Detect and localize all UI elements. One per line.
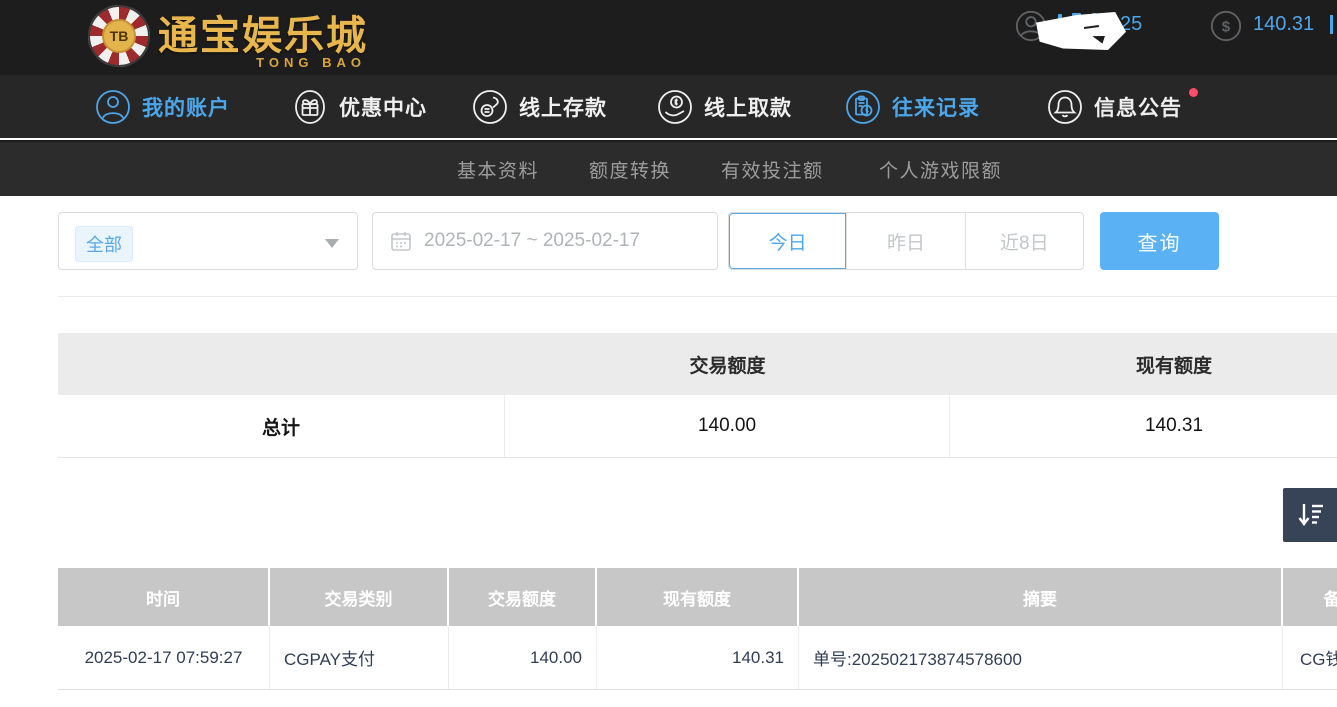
col-header-time: 时间 bbox=[58, 568, 270, 626]
col-header-type: 交易类别 bbox=[270, 568, 449, 626]
sort-descending-icon bbox=[1296, 501, 1326, 529]
summary-header-current: 现有额度 bbox=[950, 333, 1337, 395]
poker-chip-icon: TB bbox=[88, 5, 150, 67]
query-button[interactable]: 查询 bbox=[1100, 212, 1219, 270]
col-header-summary: 摘要 bbox=[799, 568, 1283, 626]
redaction-blob bbox=[1036, 12, 1126, 50]
subnav-basic-info[interactable]: 基本资料 bbox=[457, 142, 539, 196]
summary-total-row: 总计 140.00 140.31 bbox=[58, 395, 1337, 458]
withdraw-icon bbox=[657, 89, 693, 125]
record-remark: CG钱包 bbox=[1283, 626, 1337, 689]
chip-monogram: TB bbox=[102, 19, 136, 53]
date-range-input[interactable]: 2025-02-17 ~ 2025-02-17 bbox=[372, 212, 718, 270]
records-table: 时间 交易类别 交易额度 现有额度 摘要 备注 2025-02-17 07:59… bbox=[58, 568, 1337, 690]
record-row: 2025-02-17 07:59:27 CGPAY支付 140.00 140.3… bbox=[58, 626, 1337, 690]
balance-amount[interactable]: 140.31 bbox=[1253, 13, 1314, 36]
quick-range-group: 今日 昨日 近8日 bbox=[728, 212, 1084, 270]
subnav-valid-bets[interactable]: 有效投注额 bbox=[721, 142, 824, 196]
subnav-personal-game-limit[interactable]: 个人游戏限额 bbox=[879, 142, 1002, 196]
brand-logo[interactable]: TB 通宝娱乐城 TONG BAO bbox=[88, 5, 368, 67]
nav-label: 线上取款 bbox=[704, 92, 792, 122]
summary-trade-value: 140.00 bbox=[505, 395, 950, 457]
summary-header-trade: 交易额度 bbox=[505, 333, 950, 395]
nav-item-promotions[interactable]: 优惠中心 bbox=[292, 75, 427, 138]
chevron-down-icon bbox=[325, 239, 339, 248]
record-time: 2025-02-17 07:59:27 bbox=[58, 626, 270, 689]
redaction-arrow-mark bbox=[1091, 32, 1105, 43]
nav-item-transaction-records[interactable]: 往来记录 bbox=[845, 75, 980, 138]
nav-item-announcements[interactable]: 信息公告 bbox=[1047, 75, 1182, 138]
sub-nav: 基本资料 额度转换 有效投注额 个人游戏限额 bbox=[0, 140, 1337, 196]
account-icon bbox=[95, 89, 131, 125]
transaction-type-select[interactable]: 全部 bbox=[58, 212, 358, 270]
range-last8days-button[interactable]: 近8日 bbox=[965, 213, 1083, 269]
balance-dollar-icon: $ bbox=[1209, 9, 1243, 43]
main-nav: 我的账户 优惠中心 线上存款 bbox=[0, 75, 1337, 138]
col-header-trade: 交易额度 bbox=[449, 568, 597, 626]
topbar: TB 通宝娱乐城 TONG BAO 25 $ 140.31 bbox=[0, 0, 1337, 75]
nav-item-online-withdrawal[interactable]: 线上取款 bbox=[657, 75, 792, 138]
svg-text:$: $ bbox=[1222, 19, 1231, 36]
record-summary: 单号:202502173874578600 bbox=[799, 626, 1283, 689]
subnav-credit-transfer[interactable]: 额度转换 bbox=[589, 142, 671, 196]
record-trade-amount: 140.00 bbox=[449, 626, 597, 689]
record-current-amount: 140.31 bbox=[597, 626, 799, 689]
page: TB 通宝娱乐城 TONG BAO 25 $ 140.31 bbox=[0, 0, 1337, 707]
records-icon bbox=[845, 89, 881, 125]
summary-current-value: 140.31 bbox=[950, 395, 1337, 457]
nav-label: 往来记录 bbox=[892, 92, 980, 122]
summary-header-blank bbox=[58, 333, 505, 395]
brand-subtitle: TONG BAO bbox=[256, 55, 366, 70]
col-header-remark: 备注 bbox=[1283, 568, 1337, 626]
nav-label: 信息公告 bbox=[1094, 92, 1182, 122]
brand-name: 通宝娱乐城 bbox=[158, 14, 368, 58]
nav-label: 线上存款 bbox=[519, 92, 607, 122]
bell-icon bbox=[1047, 89, 1083, 125]
nav-item-my-account[interactable]: 我的账户 bbox=[95, 75, 230, 138]
summary-total-label: 总计 bbox=[58, 395, 505, 457]
range-today-button[interactable]: 今日 bbox=[729, 213, 846, 269]
redaction-mark bbox=[1084, 25, 1099, 29]
brand-text: 通宝娱乐城 TONG BAO bbox=[158, 14, 368, 58]
gift-icon bbox=[292, 89, 328, 125]
deposit-icon bbox=[472, 89, 508, 125]
divider bbox=[58, 296, 1337, 297]
nav-label: 优惠中心 bbox=[339, 92, 427, 122]
summary-header-row: 交易额度 现有额度 bbox=[58, 333, 1337, 395]
record-type: CGPAY支付 bbox=[270, 626, 449, 689]
sort-descending-button[interactable] bbox=[1283, 488, 1337, 542]
clipped-currency-glyph bbox=[1330, 15, 1337, 34]
calendar-icon bbox=[390, 230, 412, 252]
nav-label: 我的账户 bbox=[142, 92, 230, 122]
notification-dot bbox=[1189, 88, 1198, 97]
range-yesterday-button[interactable]: 昨日 bbox=[846, 213, 964, 269]
date-range-value: 2025-02-17 ~ 2025-02-17 bbox=[424, 230, 640, 252]
records-header-row: 时间 交易类别 交易额度 现有额度 摘要 备注 bbox=[58, 568, 1337, 626]
selected-type-chip[interactable]: 全部 bbox=[75, 226, 133, 262]
col-header-current: 现有额度 bbox=[597, 568, 799, 626]
summary-table: 交易额度 现有额度 总计 140.00 140.31 bbox=[58, 333, 1337, 458]
nav-item-online-deposit[interactable]: 线上存款 bbox=[472, 75, 607, 138]
